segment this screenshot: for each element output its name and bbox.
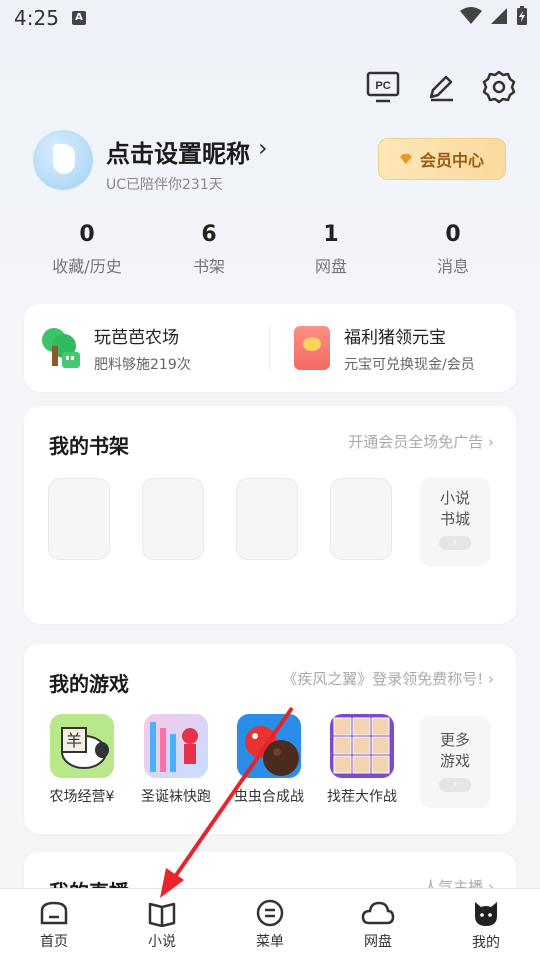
status-time: 4:25 [14,6,59,30]
nav-novel[interactable]: 小说 [108,889,216,961]
game-item[interactable]: 找茬大作战 [322,714,402,806]
stat-label: 消息 [436,257,469,276]
vip-ad-free-link[interactable]: 开通会员全场免广告 › [348,431,494,452]
promo-subtitle: 元宝可兑换现金/会员 [344,356,475,373]
link-text: 开通会员全场免广告 [348,433,484,451]
diamond-icon [399,154,412,164]
game-name: 农场经营¥ [49,789,115,805]
chevron-right-icon: › [439,778,471,792]
signal-icon [491,8,507,24]
wifi-icon [460,7,482,24]
book-slot[interactable] [48,478,110,560]
nav-label: 我的 [472,935,500,951]
nav-label: 小说 [148,934,176,950]
status-icons [460,6,528,26]
stat-count: 1 [323,222,339,247]
avatar[interactable] [33,130,93,190]
more-label: 书城 [439,510,470,528]
game-thumbnail [237,714,301,778]
promo-title: 玩芭芭农场 [94,327,179,348]
stat-count: 0 [445,222,461,247]
nav-label: 网盘 [364,934,392,950]
menu-icon [256,899,284,927]
stat-label: 收藏/历史 [52,257,122,276]
promo-subtitle: 肥料够施219次 [94,356,191,373]
notification-icon: A [72,11,86,25]
edit-icon[interactable] [422,68,460,106]
game-name: 找茬大作战 [327,789,397,805]
chevron-right-icon[interactable]: › [258,134,268,162]
nav-cloud[interactable]: 网盘 [324,889,432,961]
game-thumbnail: 羊 [50,714,114,778]
sheep-glyph: 羊 [66,731,82,750]
game-item[interactable]: 虫虫合成战 [229,714,309,806]
nav-home[interactable]: 首页 [0,889,108,961]
stat-count: 6 [201,222,217,247]
novel-store-button[interactable]: 小说 书城 › [420,478,490,566]
red-envelope-icon [294,326,330,370]
pc-icon[interactable]: PC [364,68,402,106]
stat-label: 网盘 [314,257,347,276]
chevron-right-icon: › [439,536,471,550]
stat-cloud[interactable]: 1 网盘 [276,222,386,277]
bookshelf-card: 我的书架 开通会员全场免广告 › 小说 书城 › [24,406,516,624]
game-promo-link[interactable]: 《疾风之翼》登录领免费称号! › [282,668,494,689]
book-icon [148,902,176,927]
book-slot[interactable] [142,478,204,560]
games-card: 我的游戏 《疾风之翼》登录领免费称号! › 羊 农场经营¥ 圣诞袜快跑 虫虫合成… [24,644,516,834]
nav-me[interactable]: 我的 [432,889,540,961]
stats-row: 0 收藏/历史 6 书架 1 网盘 0 消息 [26,222,514,277]
link-text: 《疾风之翼》登录领免费称号! [282,670,484,688]
nav-label: 首页 [40,934,68,950]
bottom-nav: 首页 小说 菜单 网盘 我的 [0,888,540,961]
game-item[interactable]: 圣诞袜快跑 [136,714,216,806]
more-label: 游戏 [439,752,470,770]
game-item[interactable]: 羊 农场经营¥ [42,714,122,806]
pc-label: PC [375,80,390,92]
more-games-button[interactable]: 更多 游戏 › [420,716,490,808]
book-slot[interactable] [330,478,392,560]
nav-menu[interactable]: 菜单 [216,889,324,961]
game-name: 虫虫合成战 [234,789,304,805]
companion-text: UC已陪伴你231天 [106,177,223,193]
stat-bookshelf[interactable]: 6 书架 [154,222,264,277]
game-thumbnail [144,714,208,778]
game-thumbnail [330,714,394,778]
section-title: 我的游戏 [49,672,129,696]
more-label: 小说 [439,489,470,507]
stat-label: 书架 [192,257,225,276]
pig-promo[interactable]: 福利猪领元宝 元宝可兑换现金/会员 [294,304,475,392]
farm-promo[interactable]: 玩芭芭农场 肥料够施219次 [38,304,191,392]
divider [269,324,270,372]
stat-favorites[interactable]: 0 收藏/历史 [32,222,142,277]
home-icon [40,901,68,925]
chevron-right-icon: › [488,433,494,451]
more-label: 更多 [439,731,470,749]
nickname[interactable]: 点击设置昵称 [106,134,250,169]
nav-label: 菜单 [256,934,284,950]
cloud-icon [361,901,395,925]
profile-cat-icon [475,902,497,926]
settings-icon[interactable] [480,68,518,106]
stat-count: 0 [79,222,95,247]
battery-icon [517,6,527,25]
promo-card: 玩芭芭农场 肥料够施219次 福利猪领元宝 元宝可兑换现金/会员 [24,304,516,392]
stat-messages[interactable]: 0 消息 [398,222,508,277]
promo-title: 福利猪领元宝 [344,327,446,348]
vip-center-label: 会员中心 [419,151,484,170]
header-actions: PC [364,68,518,106]
book-slot[interactable] [236,478,298,560]
vip-center-button[interactable]: 会员中心 [378,138,506,180]
section-title: 我的书架 [49,434,129,458]
game-name: 圣诞袜快跑 [141,789,211,805]
farm-icon [38,326,82,370]
chevron-right-icon: › [488,670,494,688]
